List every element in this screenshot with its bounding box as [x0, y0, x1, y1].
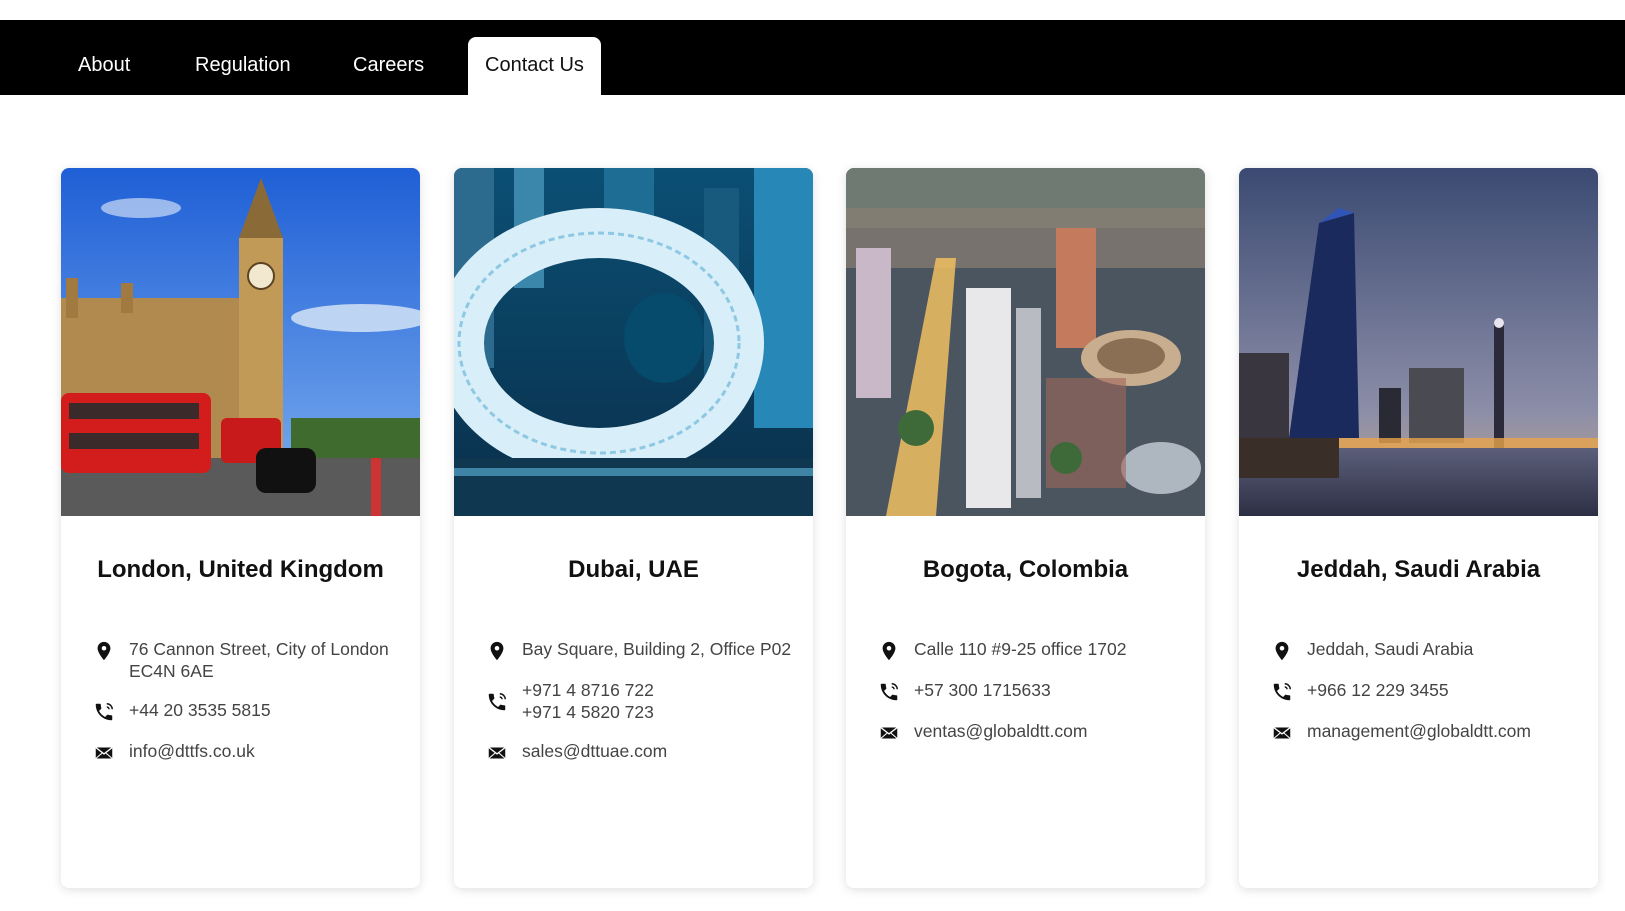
- location-pin-icon: [878, 640, 900, 662]
- phone-number[interactable]: +971 4 8716 722: [522, 679, 654, 701]
- office-info: Bay Square, Building 2, Office P02 +971 …: [486, 638, 793, 781]
- address-line: 76 Cannon Street, City of London: [129, 639, 389, 659]
- envelope-icon: [1271, 722, 1293, 744]
- envelope-icon: [486, 742, 508, 764]
- phone-icon: [878, 681, 900, 703]
- envelope-icon: [878, 722, 900, 744]
- phone-number[interactable]: +44 20 3535 5815: [129, 699, 271, 721]
- phone-row: +971 4 8716 722 +971 4 5820 723: [486, 679, 793, 723]
- london-photo: [61, 168, 420, 516]
- email-row: info@dttfs.co.uk: [93, 740, 400, 764]
- office-info: Jeddah, Saudi Arabia +966 12 229 3455 ma…: [1271, 638, 1578, 761]
- location-pin-icon: [1271, 640, 1293, 662]
- address-line: Bay Square, Building 2, Office P02: [522, 639, 792, 659]
- phone-row: +57 300 1715633: [878, 679, 1185, 703]
- location-pin-icon: [486, 640, 508, 662]
- phone-row: +966 12 229 3455: [1271, 679, 1578, 703]
- office-city: Jeddah, Saudi Arabia: [1296, 556, 1541, 583]
- address-row: 76 Cannon Street, City of London EC4N 6AE: [93, 638, 400, 682]
- envelope-icon: [93, 742, 115, 764]
- address-row: Calle 110 #9-25 office 1702: [878, 638, 1185, 662]
- tab-careers[interactable]: Careers: [336, 37, 441, 95]
- address-row: Jeddah, Saudi Arabia: [1271, 638, 1578, 662]
- office-card-jeddah: Jeddah, Saudi Arabia Jeddah, Saudi Arabi…: [1239, 168, 1598, 888]
- top-nav: About Regulation Careers Contact Us: [0, 20, 1625, 95]
- tab-regulation[interactable]: Regulation: [178, 37, 308, 95]
- email-row: ventas@globaldtt.com: [878, 720, 1185, 744]
- email-row: sales@dttuae.com: [486, 740, 793, 764]
- address-line: Calle 110 #9-25 office 1702: [914, 639, 1127, 659]
- location-pin-icon: [93, 640, 115, 662]
- bogota-photo: [846, 168, 1205, 516]
- dubai-photo: [454, 168, 813, 516]
- office-city: Bogota, Colombia: [922, 556, 1129, 583]
- phone-icon: [93, 701, 115, 723]
- office-info: Calle 110 #9-25 office 1702 +57 300 1715…: [878, 638, 1185, 761]
- office-card-bogota: Bogota, Colombia Calle 110 #9-25 office …: [846, 168, 1205, 888]
- phone-icon: [486, 691, 508, 713]
- tab-contact-us[interactable]: Contact Us: [468, 37, 601, 95]
- office-card-london: London, United Kingdom 76 Cannon Street,…: [61, 168, 420, 888]
- email-link[interactable]: ventas@globaldtt.com: [914, 720, 1087, 742]
- email-link[interactable]: management@globaldtt.com: [1307, 720, 1531, 742]
- office-city: London, United Kingdom: [97, 556, 384, 583]
- phone-number[interactable]: +971 4 5820 723: [522, 701, 654, 723]
- email-row: management@globaldtt.com: [1271, 720, 1578, 744]
- tab-about[interactable]: About: [61, 37, 147, 95]
- office-card-dubai: Dubai, UAE Bay Square, Building 2, Offic…: [454, 168, 813, 888]
- top-gap: [0, 0, 1625, 20]
- address-row: Bay Square, Building 2, Office P02: [486, 638, 793, 662]
- email-link[interactable]: info@dttfs.co.uk: [129, 740, 255, 762]
- address-line: EC4N 6AE: [129, 661, 214, 681]
- phone-icon: [1271, 681, 1293, 703]
- email-link[interactable]: sales@dttuae.com: [522, 740, 667, 762]
- phone-row: +44 20 3535 5815: [93, 699, 400, 723]
- address-line: Jeddah, Saudi Arabia: [1307, 639, 1474, 659]
- phone-number[interactable]: +57 300 1715633: [914, 679, 1051, 701]
- office-city: Dubai, UAE: [568, 556, 699, 583]
- phone-number[interactable]: +966 12 229 3455: [1307, 679, 1449, 701]
- office-info: 76 Cannon Street, City of London EC4N 6AE…: [93, 638, 400, 781]
- jeddah-photo: [1239, 168, 1598, 516]
